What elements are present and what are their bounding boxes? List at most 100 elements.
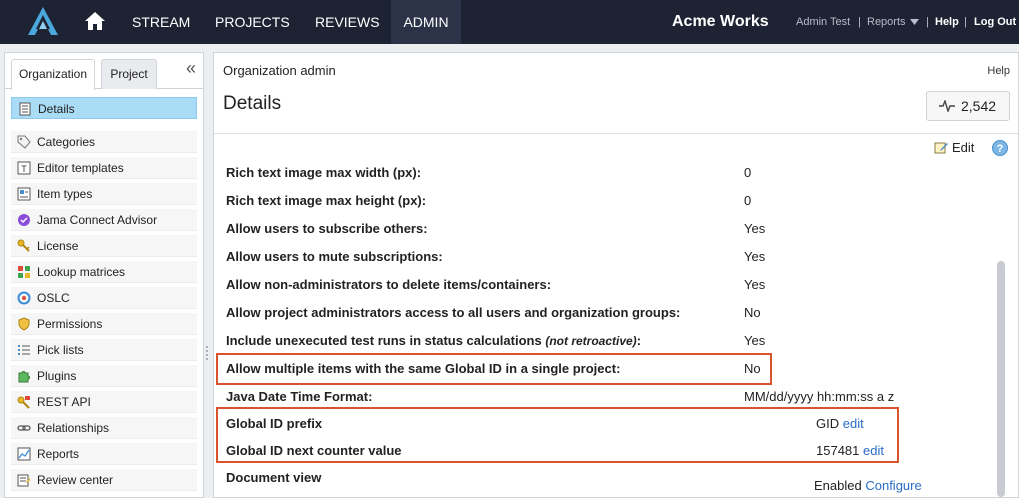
sidebar-item-reports[interactable]: Reports (11, 443, 197, 465)
sidebar-item-categories[interactable]: Categories (11, 131, 197, 153)
breadcrumb: Organization admin (223, 63, 336, 78)
nav-reviews[interactable]: REVIEWS (303, 0, 392, 44)
edit-label: Edit (952, 140, 975, 155)
property-value: 157481 edit (816, 443, 884, 458)
sidebar-item-label: Jama Connect Advisor (37, 213, 158, 227)
sidebar-item-permissions[interactable]: Permissions (11, 313, 197, 335)
scrollbar-thumb[interactable] (997, 261, 1005, 497)
svg-text:T: T (21, 164, 27, 174)
separator: | (926, 16, 929, 28)
edit-gid-prefix-link[interactable]: edit (843, 416, 864, 431)
property-value: Yes (744, 221, 766, 236)
activity-counter-button[interactable]: 2,542 (926, 91, 1010, 121)
gid-counter-value: 157481 (816, 443, 860, 458)
sidebar-item-editor-templates[interactable]: T Editor templates (11, 157, 197, 179)
nav-projects[interactable]: PROJECTS (203, 0, 302, 44)
property-label: Rich text image max height (px): (226, 193, 427, 208)
property-value: MM/dd/yyyy hh:mm:ss a z (744, 389, 895, 404)
nav-stream[interactable]: STREAM (120, 0, 202, 44)
sidebar-item-pick-lists[interactable]: Pick lists (11, 339, 197, 361)
sidebar-item-oslc[interactable]: OSLC (11, 287, 197, 309)
matrix-icon (18, 266, 30, 278)
property-label: Allow non-administrators to delete items… (226, 277, 552, 292)
user-menu[interactable]: Admin Test (796, 0, 850, 44)
sidebar-item-label: License (37, 239, 79, 253)
page-title: Details (223, 93, 282, 114)
sidebar-nav: Details Categories T Editor templates It… (11, 97, 197, 495)
sidebar-item-rest-api[interactable]: REST API (11, 391, 197, 413)
help-circle-icon[interactable]: ? (992, 140, 1008, 156)
property-note: (not retroactive) (545, 334, 637, 348)
logout-link[interactable]: Log Out (974, 0, 1016, 44)
template-icon: T (17, 161, 31, 175)
sidebar-item-relationships[interactable]: Relationships (11, 417, 197, 439)
sidebar-item-review-center[interactable]: Review center (11, 469, 197, 491)
sidebar-item-label: Permissions (37, 317, 103, 331)
tab-organization[interactable]: Organization (11, 59, 95, 90)
property-label-colon: : (636, 333, 642, 348)
sidebar-item-label: Plugins (37, 369, 77, 383)
property-value: Yes (744, 333, 766, 348)
document-view-status: Enabled (814, 478, 862, 493)
top-navigation-bar: STREAM PROJECTS REVIEWS ADMIN Acme Works… (0, 0, 1019, 44)
property-value: GID edit (816, 416, 864, 431)
list-icon (18, 345, 30, 355)
property-label-text: Include unexecuted test runs in status c… (226, 333, 542, 348)
collapse-sidebar-icon[interactable]: « (186, 59, 196, 77)
property-label: Allow users to subscribe others: (226, 221, 428, 236)
separator: | (858, 16, 861, 28)
property-label: Global ID prefix (226, 416, 323, 431)
shield-icon (18, 317, 30, 331)
oslc-icon (17, 291, 31, 305)
sidebar-item-license[interactable]: License (11, 235, 197, 257)
property-value: Enabled Configure (814, 478, 922, 493)
api-key-icon (17, 396, 30, 409)
activity-count: 2,542 (961, 98, 997, 114)
edit-icon (934, 142, 948, 154)
details-toolbar: Edit ? (214, 137, 1018, 161)
sidebar-item-details[interactable]: Details (11, 97, 197, 119)
advisor-icon (18, 214, 30, 226)
help-link[interactable]: Help (935, 0, 959, 44)
sidebar-item-label: REST API (37, 395, 91, 409)
sidebar-item-item-types[interactable]: Item types (11, 183, 197, 205)
property-label: Global ID next counter value (226, 443, 402, 458)
property-value: No (744, 305, 761, 320)
sidebar-item-jama-connect-advisor[interactable]: Jama Connect Advisor (11, 209, 197, 231)
app-logo-icon[interactable] (24, 5, 62, 39)
review-icon (17, 474, 30, 487)
sidebar-item-label: Pick lists (37, 343, 84, 357)
tab-project[interactable]: Project (101, 59, 157, 89)
panel-resize-handle[interactable] (206, 346, 209, 360)
sidebar-item-plugins[interactable]: Plugins (11, 365, 197, 387)
key-icon (17, 239, 30, 252)
details-icon (19, 102, 31, 116)
chevron-down-icon[interactable] (910, 19, 919, 25)
sidebar-item-label: Review center (37, 473, 114, 487)
property-value: 0 (744, 193, 752, 208)
property-value: Yes (744, 277, 766, 292)
home-icon[interactable] (84, 10, 106, 32)
sidebar-item-label: Editor templates (37, 161, 124, 175)
admin-sidebar: Organization Project « Details Categorie… (4, 52, 204, 498)
divider (214, 133, 1018, 134)
sidebar-item-label: Details (38, 102, 75, 116)
sidebar-item-label: OSLC (37, 291, 70, 305)
edit-gid-counter-link[interactable]: edit (863, 443, 884, 458)
configure-document-view-link[interactable]: Configure (865, 478, 921, 493)
scrollbar[interactable] (996, 161, 1006, 497)
property-label: Java Date Time Format: (226, 389, 373, 404)
sidebar-item-lookup-matrices[interactable]: Lookup matrices (11, 261, 197, 283)
property-value: Yes (744, 249, 766, 264)
separator: | (964, 16, 967, 28)
property-label: Allow multiple items with the same Globa… (226, 361, 621, 376)
sidebar-item-label: Relationships (37, 421, 110, 435)
item-types-icon (17, 187, 31, 201)
edit-button[interactable]: Edit (934, 140, 974, 155)
help-link[interactable]: Help (987, 65, 1010, 77)
main-content: Organization admin Help Details 2,542 Ed… (213, 52, 1019, 498)
puzzle-icon (18, 371, 30, 383)
reports-menu[interactable]: Reports (867, 0, 906, 44)
nav-admin[interactable]: ADMIN (391, 0, 461, 44)
sidebar-item-label: Reports (37, 447, 80, 461)
